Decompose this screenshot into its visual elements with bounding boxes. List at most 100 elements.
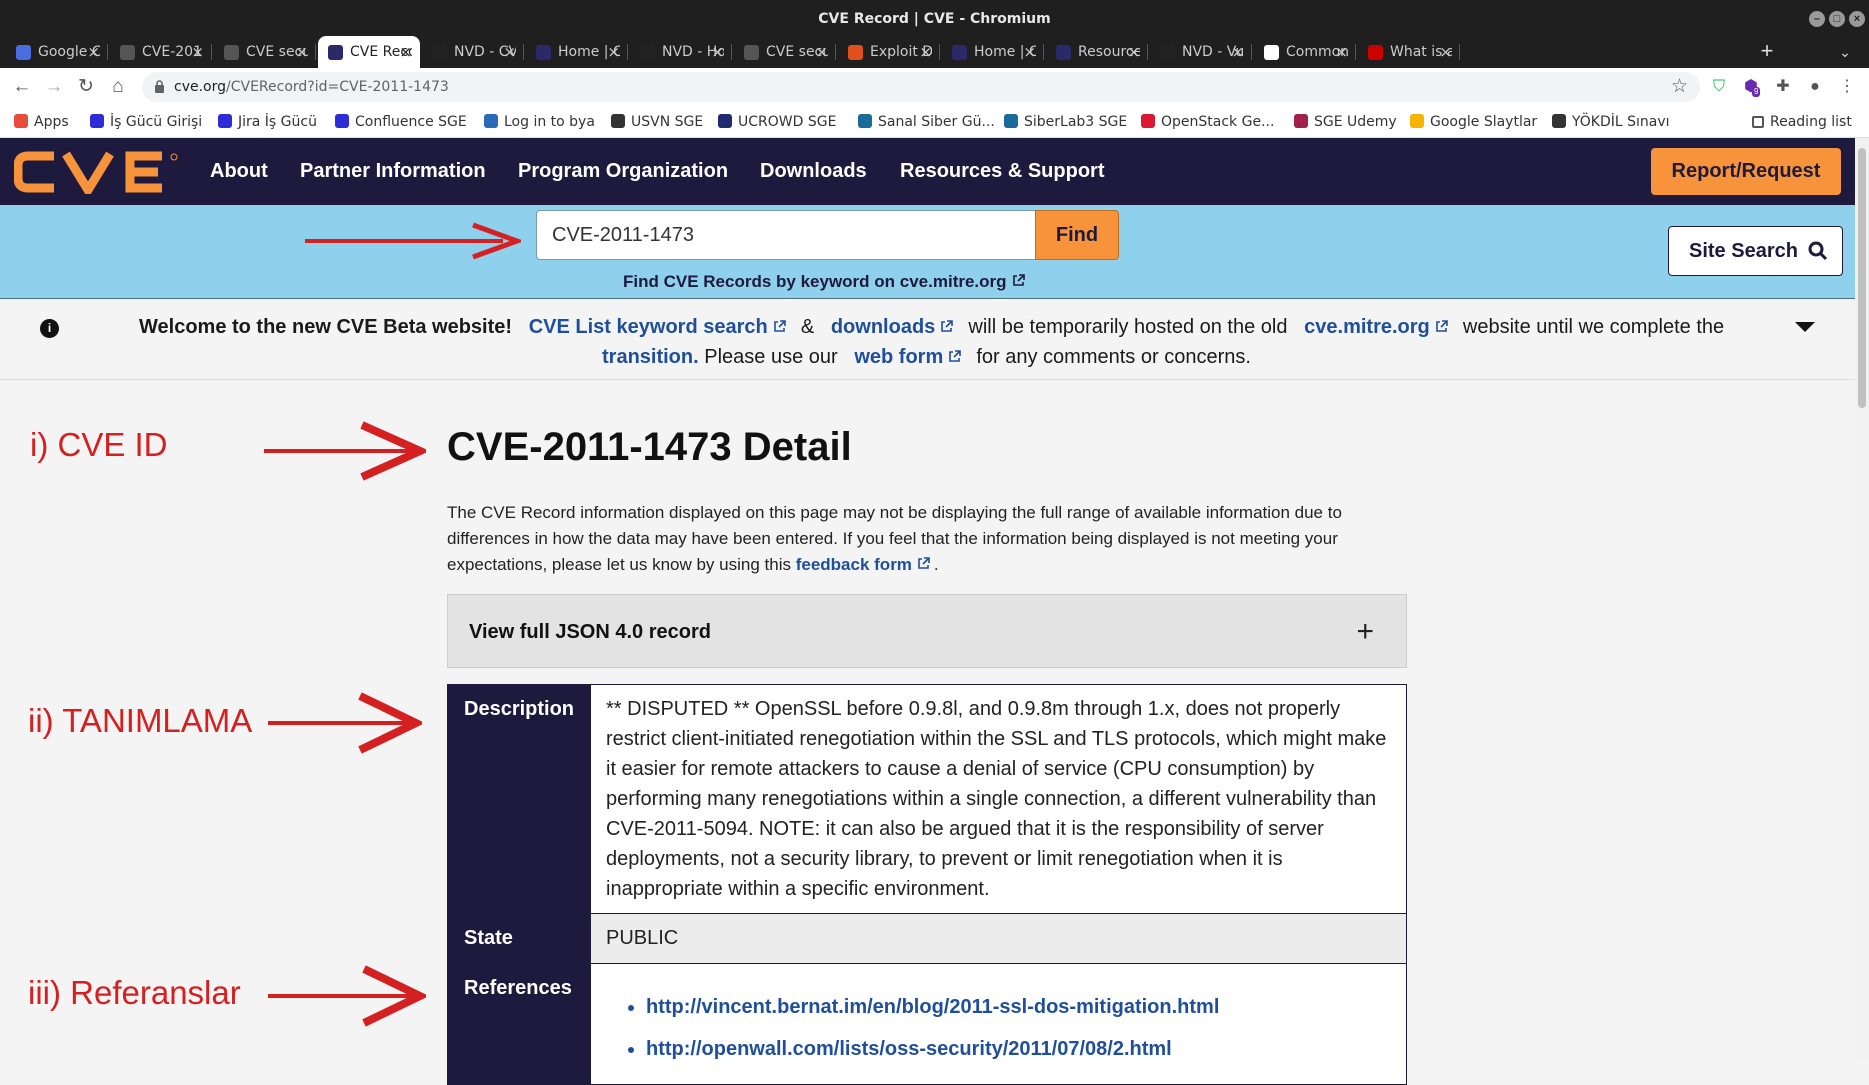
tab-2[interactable]: CVE secu ×: [214, 36, 316, 68]
tab-close-icon[interactable]: ×: [711, 36, 724, 68]
record-table: Description ** DISPUTED ** OpenSSL befor…: [447, 684, 1407, 1085]
bookmark-item[interactable]: SiberLab3 SGE: [1004, 114, 1127, 130]
minimize-icon[interactable]: –: [1809, 11, 1825, 27]
tab-6[interactable]: NVD - Ho ×: [630, 36, 732, 68]
back-arrow-icon[interactable]: ←: [8, 73, 36, 101]
reference-link[interactable]: http://openwall.com/lists/oss-security/2…: [646, 1034, 1391, 1064]
tab-1[interactable]: CVE-201 ×: [110, 36, 212, 68]
new-tab-plus-icon[interactable]: +: [1752, 36, 1782, 68]
feedback-form-link[interactable]: feedback form: [796, 555, 912, 574]
tab-close-icon[interactable]: ×: [815, 36, 828, 68]
tab-close-icon[interactable]: ×: [503, 36, 516, 68]
tab-close-icon[interactable]: ×: [1231, 36, 1244, 68]
bookmark-item[interactable]: USVN SGE: [611, 114, 703, 130]
home-icon[interactable]: ⌂: [104, 73, 132, 101]
tab-separator: [731, 44, 732, 60]
tab-close-icon[interactable]: ×: [919, 36, 932, 68]
bookmark-item[interactable]: Log in to bya: [484, 114, 595, 130]
tab-close-icon[interactable]: ×: [607, 36, 620, 68]
tab-0[interactable]: Google C ×: [6, 36, 108, 68]
tab-9[interactable]: Home | C ×: [942, 36, 1044, 68]
reading-list-button[interactable]: Reading list: [1752, 114, 1852, 130]
cve-logo[interactable]: [14, 150, 182, 194]
tab-close-icon[interactable]: ×: [191, 36, 204, 68]
tab-close-icon[interactable]: ×: [295, 36, 308, 68]
tab-8[interactable]: Exploit D ×: [838, 36, 940, 68]
tab-7[interactable]: CVE secu ×: [734, 36, 836, 68]
tab-12[interactable]: Common ×: [1254, 36, 1356, 68]
web-form-link[interactable]: web form: [854, 346, 943, 368]
references-label: References: [448, 964, 591, 1084]
close-window-icon[interactable]: ×: [1849, 11, 1865, 27]
extension-badge-icon[interactable]: ⬢ 9: [1741, 77, 1761, 97]
json-record-accordion[interactable]: View full JSON 4.0 record +: [447, 594, 1407, 668]
bookmark-item[interactable]: Sanal Siber Gü...: [858, 114, 995, 130]
tab-5[interactable]: Home | C ×: [526, 36, 628, 68]
tab-11[interactable]: NVD - Vu ×: [1150, 36, 1252, 68]
nav-resources-support[interactable]: Resources & Support: [900, 160, 1104, 183]
bookmark-item[interactable]: Confluence SGE: [335, 114, 467, 130]
shield-extension-icon[interactable]: ⛉: [1709, 77, 1729, 97]
bookmark-star-icon[interactable]: ☆: [1671, 75, 1688, 98]
profile-avatar-icon[interactable]: ●: [1805, 77, 1825, 97]
tab-13[interactable]: What is a ×: [1358, 36, 1460, 68]
bookmark-favicon-icon: [718, 114, 732, 128]
bookmark-item[interactable]: OpenStack Ge...: [1141, 114, 1274, 130]
bookmark-item[interactable]: Apps: [14, 114, 69, 130]
downloads-link[interactable]: downloads: [831, 316, 935, 338]
plus-icon[interactable]: +: [1356, 615, 1374, 649]
tab-search-chevron-icon[interactable]: ⌄: [1830, 36, 1860, 68]
keyword-search-link[interactable]: CVE List keyword search: [529, 316, 768, 338]
nav-downloads[interactable]: Downloads: [760, 160, 867, 183]
bookmark-item[interactable]: İş Gücü Girişi: [90, 114, 202, 130]
nav-about[interactable]: About: [210, 160, 268, 183]
nvd-icon: [640, 45, 655, 60]
bookmark-favicon-icon: [1552, 114, 1566, 128]
maximize-icon[interactable]: □: [1829, 11, 1845, 27]
scrollbar-thumb[interactable]: [1858, 148, 1866, 408]
annotation-cve-id: i) CVE ID: [30, 426, 168, 463]
puzzle-extensions-icon[interactable]: ✚: [1773, 77, 1793, 97]
bookmark-item[interactable]: SGE Udemy: [1294, 114, 1397, 130]
reload-icon[interactable]: ↻: [72, 73, 100, 101]
report-request-button[interactable]: Report/Request: [1651, 148, 1841, 195]
banner-collapse-caret-icon[interactable]: [1795, 322, 1815, 332]
lock-icon: [155, 80, 164, 93]
bookmark-favicon-icon: [1294, 114, 1308, 128]
tab-separator: [315, 44, 316, 60]
tab-close-icon[interactable]: ×: [399, 36, 412, 68]
tab-close-icon[interactable]: ×: [87, 36, 100, 68]
find-button[interactable]: Find: [1035, 210, 1119, 260]
annotation-referanslar: iii) Referanslar: [28, 974, 241, 1011]
cve-mitre-link[interactable]: cve.mitre.org: [1304, 316, 1430, 338]
bookmark-label: Log in to bya: [504, 114, 595, 130]
tab-3[interactable]: CVE Reco ×: [318, 36, 420, 68]
cve-v-icon: [1056, 45, 1071, 60]
transition-link[interactable]: transition.: [602, 346, 699, 368]
bookmark-item[interactable]: Jira İş Gücü: [218, 114, 317, 130]
cve-id-search-input[interactable]: CVE-2011-1473: [536, 210, 1036, 260]
tab-4[interactable]: NVD - CV ×: [422, 36, 524, 68]
keyword-search-link[interactable]: Find CVE Records by keyword on cve.mitre…: [623, 272, 1029, 292]
bookmark-item[interactable]: Google Slaytlar: [1410, 114, 1537, 130]
menu-kebab-icon[interactable]: ⋮: [1837, 77, 1857, 97]
nav-program-organization[interactable]: Program Organization: [518, 160, 728, 183]
tab-close-icon[interactable]: ×: [1335, 36, 1348, 68]
site-search-button[interactable]: Site Search: [1668, 226, 1843, 276]
page-scrollbar[interactable]: [1855, 138, 1869, 1059]
references-row: References http://vincent.bernat.im/en/b…: [448, 964, 1406, 1084]
search-icon: [1808, 241, 1828, 261]
tab-close-icon[interactable]: ×: [1023, 36, 1036, 68]
tab-10[interactable]: Resource ×: [1046, 36, 1148, 68]
reference-link[interactable]: http://vincent.bernat.im/en/blog/2011-ss…: [646, 992, 1391, 1022]
forward-arrow-icon[interactable]: →: [40, 73, 68, 101]
bookmark-item[interactable]: YÖKDİL Sınavı: [1552, 114, 1670, 130]
address-bar[interactable]: cve.org/CVERecord?id=CVE-2011-1473 ☆: [142, 72, 1700, 102]
nav-partner-information[interactable]: Partner Information: [300, 160, 486, 183]
globe-icon: [120, 45, 135, 60]
tab-close-icon[interactable]: ×: [1439, 36, 1452, 68]
exploit-db-icon: [848, 45, 863, 60]
bookmark-favicon-icon: [611, 114, 625, 128]
bookmark-item[interactable]: UCROWD SGE: [718, 114, 836, 130]
tab-close-icon[interactable]: ×: [1127, 36, 1140, 68]
